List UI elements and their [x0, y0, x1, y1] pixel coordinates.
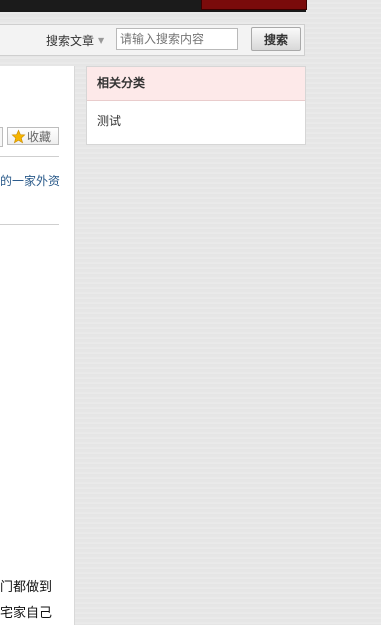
search-button[interactable]: 搜索 — [251, 27, 301, 51]
related-categories-box: 相关分类 测试 — [86, 66, 306, 145]
article-link-fragment[interactable]: 的一家外资 — [0, 172, 60, 189]
bookmark-label: 收藏 — [27, 129, 52, 144]
top-nav-bar — [0, 0, 307, 12]
related-categories-heading: 相关分类 — [87, 67, 305, 101]
search-bar: 搜索文章 ▼ 搜索 — [0, 24, 305, 56]
article-text-fragment: 宅家自己 — [0, 606, 53, 621]
top-nav-accent-button[interactable] — [201, 0, 307, 10]
search-scope-label: 搜索文章 — [46, 34, 95, 48]
search-input[interactable] — [116, 28, 238, 50]
bookmark-button[interactable]: 收藏 — [7, 127, 59, 145]
chevron-down-icon: ▼ — [98, 36, 105, 45]
divider — [0, 156, 59, 157]
share-button-edge[interactable] — [0, 127, 3, 147]
article-panel: 收藏 的一家外资 门都做到 宅家自己 — [0, 66, 75, 625]
search-scope-dropdown[interactable]: 搜索文章 ▼ — [46, 32, 104, 49]
article-text-fragment: 门都做到 — [0, 580, 53, 595]
divider — [0, 224, 59, 225]
star-icon — [11, 128, 26, 143]
category-item[interactable]: 测试 — [87, 101, 305, 141]
